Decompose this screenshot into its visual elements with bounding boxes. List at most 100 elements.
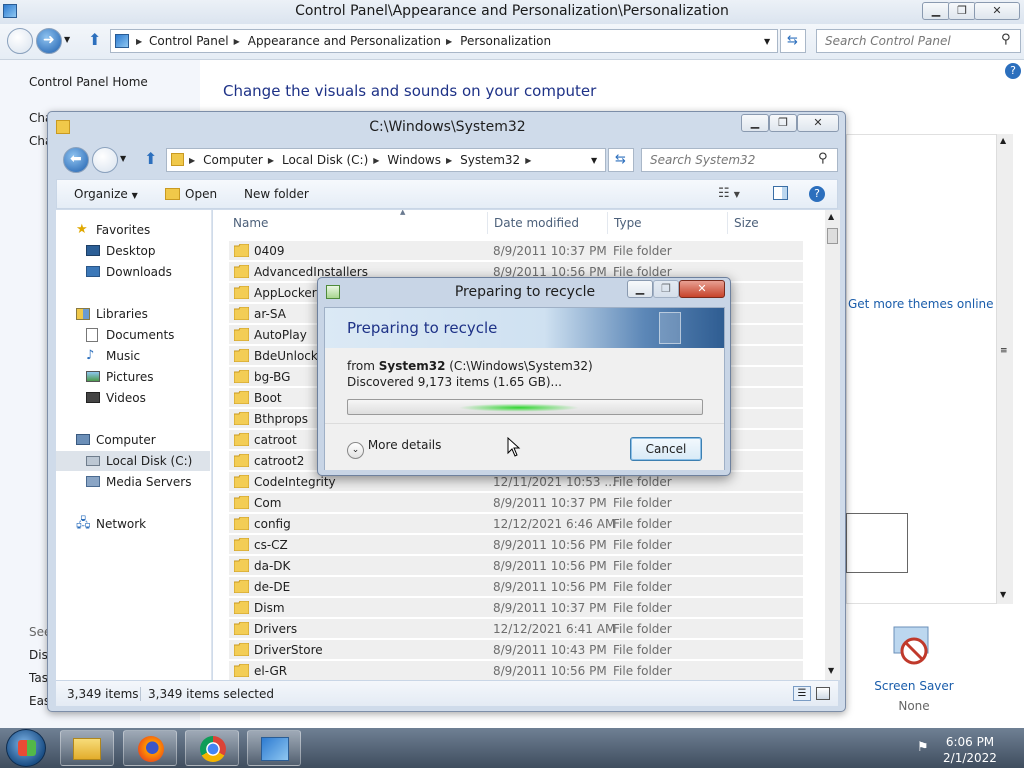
table-row[interactable]: 0409 8/9/2011 10:37 PM File folder [229,241,803,261]
breadcrumb-separator-icon[interactable]: ▶ [446,37,452,46]
breadcrumb-separator-icon[interactable]: ▶ [525,156,531,165]
column-header-name[interactable]: Name [233,216,268,230]
control-panel-home-link[interactable]: Control Panel Home [29,75,148,89]
breadcrumb-computer[interactable]: Computer [203,153,263,167]
search-icon[interactable]: ⚲ [818,151,828,166]
close-button[interactable]: ✕ [974,2,1020,20]
column-divider[interactable] [607,212,608,234]
view-options-icon[interactable]: ☷ ▼ [718,186,740,201]
cancel-button[interactable]: Cancel [630,437,702,461]
taskbar-firefox-button[interactable] [123,730,177,766]
table-row[interactable]: Dism 8/9/2011 10:37 PM File folder [229,598,803,618]
refresh-button[interactable]: ⇆ [608,148,634,172]
breadcrumb-windows[interactable]: Windows [387,153,441,167]
table-row[interactable]: el-GR 8/9/2011 10:56 PM File folder [229,661,803,680]
scroll-up-icon[interactable]: ▲ [828,212,834,221]
open-button[interactable]: Open [185,187,217,201]
breadcrumb-personalization[interactable]: Personalization [460,34,551,48]
more-details-toggle[interactable]: ⌄ More details [347,438,441,459]
breadcrumb-control-panel[interactable]: Control Panel [149,34,229,48]
refresh-button[interactable]: ⇆ [780,29,806,53]
breadcrumb-appearance[interactable]: Appearance and Personalization [248,34,441,48]
search-input[interactable]: Search System32 [641,148,838,172]
from-folder-path[interactable]: (C:\Windows\System32) [445,359,592,373]
close-button[interactable]: ✕ [679,280,725,298]
breadcrumb-system32[interactable]: System32 [460,153,520,167]
scroll-down-icon[interactable]: ▼ [828,666,834,675]
preview-pane-icon[interactable] [773,186,788,200]
organize-button[interactable]: Organize ▼ [74,187,138,201]
vertical-scrollbar[interactable]: ▲ ≡ ▼ [996,134,1013,604]
help-icon[interactable]: ? [1005,63,1021,79]
breadcrumb-local-disk[interactable]: Local Disk (C:) [282,153,368,167]
table-row[interactable]: config 12/12/2021 6:46 AM File folder [229,514,803,534]
table-row[interactable]: DriverStore 8/9/2011 10:43 PM File folder [229,640,803,660]
maximize-button[interactable]: ❐ [769,114,797,132]
breadcrumb-separator-icon[interactable]: ▶ [189,156,195,165]
help-icon[interactable]: ? [809,186,825,202]
sidebar-link-taskbar[interactable]: Tas [29,671,48,685]
nav-computer[interactable]: Computer [56,430,212,450]
back-button[interactable] [7,28,33,54]
scroll-thumb[interactable] [827,228,838,244]
nav-pictures[interactable]: Pictures [56,367,212,387]
up-arrow-icon[interactable]: ⬆ [88,30,101,49]
start-button[interactable] [6,729,46,767]
forward-button[interactable] [92,147,118,173]
scroll-down-icon[interactable]: ▼ [1000,590,1006,599]
table-row[interactable]: da-DK 8/9/2011 10:56 PM File folder [229,556,803,576]
recent-pages-chevron-icon[interactable]: ▼ [64,35,70,44]
large-icons-view-icon[interactable] [816,687,830,700]
scroll-up-icon[interactable]: ▲ [1000,136,1006,145]
screen-saver-link[interactable]: Screen Saver [866,679,962,693]
get-more-themes-link[interactable]: Get more themes online [848,297,994,311]
clock-date[interactable]: 2/1/2022 [930,751,1010,765]
minimize-button[interactable]: ▁ [922,2,950,20]
address-bar[interactable]: ▶ Control Panel ▶ Appearance and Personali… [110,29,778,53]
nav-media-servers[interactable]: Media Servers [56,472,212,492]
vertical-scrollbar[interactable]: ▲ ▼ [825,210,840,680]
nav-videos[interactable]: Videos [56,388,212,408]
search-icon[interactable]: ⚲ [1001,32,1011,47]
minimize-button[interactable]: ▁ [627,280,653,298]
details-view-icon[interactable]: ☰ [793,686,811,701]
nav-music[interactable]: ♪ Music [56,346,212,366]
address-bar[interactable]: ▶ Computer ▶ Local Disk (C:) ▶ Windows ▶ System… [166,148,606,172]
taskbar-chrome-button[interactable] [185,730,239,766]
column-header-type[interactable]: Type [614,216,642,230]
breadcrumb-separator-icon[interactable]: ▶ [268,156,274,165]
table-row[interactable]: cs-CZ 8/9/2011 10:56 PM File folder [229,535,803,555]
address-dropdown-icon[interactable]: ▼ [764,37,770,46]
recent-pages-chevron-icon[interactable]: ▼ [120,154,126,163]
back-button[interactable]: ⬅ [63,147,89,173]
address-dropdown-icon[interactable]: ▼ [591,156,597,165]
close-button[interactable]: ✕ [797,114,839,132]
up-arrow-icon[interactable]: ⬆ [144,149,157,168]
table-row[interactable]: Com 8/9/2011 10:37 PM File folder [229,493,803,513]
screen-saver-icon[interactable] [890,625,936,669]
action-center-flag-icon[interactable]: ⚑ [917,740,929,755]
search-input[interactable]: Search Control Panel [816,29,1021,53]
taskbar-explorer-button[interactable] [60,730,114,766]
nav-favorites[interactable]: ★ Favorites [56,220,212,240]
clock-time[interactable]: 6:06 PM [930,735,1010,749]
nav-downloads[interactable]: Downloads [56,262,212,282]
nav-libraries[interactable]: Libraries [56,304,212,324]
column-divider[interactable] [487,212,488,234]
column-divider[interactable] [727,212,728,234]
breadcrumb-separator-icon[interactable]: ▶ [446,156,452,165]
breadcrumb-separator-icon[interactable]: ▶ [234,37,240,46]
taskbar-control-panel-button[interactable] [247,730,301,766]
table-row[interactable]: de-DE 8/9/2011 10:56 PM File folder [229,577,803,597]
minimize-button[interactable]: ▁ [741,114,769,132]
nav-network[interactable]: 🖧 Network [56,514,212,534]
column-header-size[interactable]: Size [734,216,759,230]
column-header-date[interactable]: Date modified [494,216,579,230]
breadcrumb-separator-icon[interactable]: ▶ [373,156,379,165]
nav-local-disk[interactable]: Local Disk (C:) [56,451,210,471]
forward-button[interactable]: ➜ [36,28,62,54]
nav-documents[interactable]: Documents [56,325,212,345]
scroll-grip-icon[interactable]: ≡ [1000,346,1008,356]
maximize-button[interactable]: ❐ [948,2,976,20]
new-folder-button[interactable]: New folder [244,187,309,201]
